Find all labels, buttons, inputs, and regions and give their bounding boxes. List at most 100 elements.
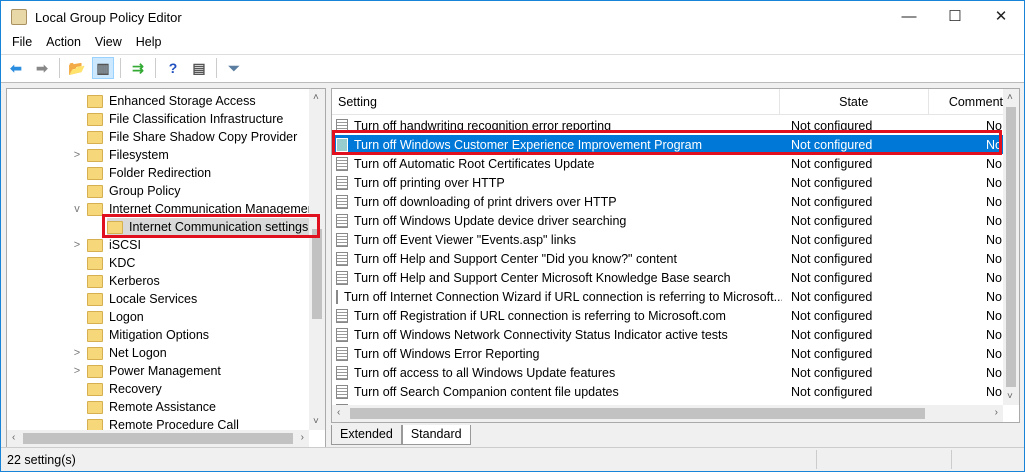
scroll-right-icon[interactable]: › (301, 432, 304, 443)
setting-row[interactable]: Turn off handwriting recognition error r… (332, 116, 1003, 135)
back-icon: ⬅ (10, 59, 22, 76)
scroll-up-icon[interactable]: ˄ (1007, 92, 1013, 103)
filter-icon: ⏷ (228, 59, 240, 76)
tree-horizontal-scrollbar[interactable]: ‹ › (7, 430, 309, 447)
setting-row[interactable]: Turn off downloading of print drivers ov… (332, 192, 1003, 211)
up-folder-button[interactable]: 📂 (66, 57, 88, 79)
tree-node[interactable]: Folder Redirection (87, 164, 211, 182)
tree-node[interactable]: Remote Procedure Call (87, 416, 239, 430)
setting-row[interactable]: Turn off printing over HTTP Not configure… (332, 173, 1003, 192)
tree-node-label: Folder Redirection (109, 166, 212, 180)
forward-button[interactable]: ➡ (31, 57, 53, 79)
setting-row[interactable]: Turn off Windows Update device driver se… (332, 211, 1003, 230)
tree-node[interactable]: Internet Communication settings (107, 218, 309, 236)
tab-extended[interactable]: Extended (331, 425, 402, 445)
minimize-button[interactable]: — (886, 1, 932, 31)
menu-action[interactable]: Action (39, 33, 88, 53)
tree-node-label: iSCSI (109, 238, 141, 252)
folder-icon (87, 184, 103, 198)
state-cell: Not configured (791, 327, 873, 342)
folder-icon (87, 148, 103, 162)
setting-row[interactable]: Turn off Help and Support Center "Did yo… (332, 249, 1003, 268)
setting-row[interactable]: Turn off Registration if URL connection … (332, 306, 1003, 325)
window-title: Local Group Policy Editor (35, 9, 182, 25)
tree-node[interactable]: > Net Logon (74, 344, 167, 362)
setting-name: Turn off Help and Support Center "Did yo… (354, 251, 677, 266)
setting-row[interactable]: Turn off access to all Windows Update fe… (332, 363, 1003, 382)
tree-node[interactable]: v Internet Communication Management (74, 200, 309, 218)
folder-icon (87, 328, 103, 342)
column-setting[interactable]: Setting (332, 89, 780, 115)
column-comment[interactable]: Comment (929, 89, 1003, 115)
menu-file[interactable]: File (5, 33, 39, 53)
setting-row[interactable]: Turn off Internet Connection Wizard if U… (332, 287, 1003, 306)
tree-node[interactable]: Locale Services (87, 290, 197, 308)
tab-standard[interactable]: Standard (401, 425, 471, 445)
chevron-right-icon[interactable]: > (71, 239, 83, 251)
menu-view[interactable]: View (88, 33, 129, 53)
folder-icon (87, 166, 103, 180)
setting-row[interactable]: Turn off Windows Customer Experience Imp… (332, 135, 1003, 154)
state-cell: Not configured (791, 384, 873, 399)
tree-node[interactable]: > iSCSI (74, 236, 141, 254)
scroll-thumb[interactable] (1006, 107, 1016, 387)
tree-vertical-scrollbar[interactable]: ˄ ˅ (309, 89, 325, 430)
scroll-up-icon[interactable]: ˄ (313, 92, 319, 103)
setting-cell: Turn off Automatic Root Certificates Upd… (332, 156, 782, 171)
chevron-right-icon[interactable]: > (71, 365, 83, 377)
column-state[interactable]: State (780, 89, 929, 115)
setting-name: Turn off Registration if URL connection … (354, 308, 726, 323)
show-hide-tree-button[interactable]: ▥ (92, 57, 114, 79)
scroll-right-icon[interactable]: › (995, 407, 998, 418)
tree-node[interactable]: > Filesystem (74, 146, 169, 164)
comment-cell: No (986, 365, 1002, 380)
list-horizontal-scrollbar[interactable]: ‹ › (332, 405, 1003, 422)
scroll-down-icon[interactable]: ˅ (1007, 391, 1013, 402)
tree-node[interactable]: Recovery (87, 380, 162, 398)
setting-row[interactable]: Turn off Event Viewer "Events.asp" links… (332, 230, 1003, 249)
tree-node[interactable]: > Power Management (74, 362, 221, 380)
tree-node[interactable]: Logon (87, 308, 144, 326)
scroll-thumb[interactable] (23, 433, 293, 444)
setting-name: Turn off Search Companion content file u… (354, 384, 619, 399)
maximize-button[interactable]: ☐ (932, 1, 978, 31)
setting-cell: Turn off Windows Network Connectivity St… (332, 327, 782, 342)
scroll-down-icon[interactable]: ˅ (313, 416, 319, 427)
setting-row[interactable]: Turn off Automatic Root Certificates Upd… (332, 154, 1003, 173)
setting-row[interactable]: Turn off Help and Support Center Microso… (332, 268, 1003, 287)
close-button[interactable]: ✕ (978, 1, 1024, 31)
menu-help[interactable]: Help (129, 33, 169, 53)
back-button[interactable]: ⬅ (5, 57, 27, 79)
help-button[interactable]: ? (162, 57, 184, 79)
tree-node[interactable]: Kerberos (87, 272, 160, 290)
policy-setting-icon (336, 137, 348, 152)
folder-icon (87, 292, 103, 306)
setting-row[interactable]: Turn off Search Companion content file u… (332, 382, 1003, 401)
tree-node[interactable]: Mitigation Options (87, 326, 209, 344)
scroll-thumb[interactable] (350, 408, 925, 419)
tree-node[interactable]: Group Policy (87, 182, 181, 200)
tree-node[interactable]: Remote Assistance (87, 398, 216, 416)
main-window: Local Group Policy Editor — ☐ ✕ File Act… (0, 0, 1025, 472)
scroll-left-icon[interactable]: ‹ (337, 407, 340, 418)
scroll-left-icon[interactable]: ‹ (12, 432, 15, 443)
chevron-right-icon[interactable]: > (71, 347, 83, 359)
app-icon (11, 9, 27, 25)
tree-node[interactable]: Enhanced Storage Access (87, 92, 256, 110)
setting-row[interactable]: Turn off Windows Network Connectivity St… (332, 325, 1003, 344)
filter-button[interactable]: ⏷ (223, 57, 245, 79)
show-action-pane-button[interactable]: ▤ (188, 57, 210, 79)
scroll-thumb[interactable] (312, 229, 322, 319)
tree-node[interactable]: File Classification Infrastructure (87, 110, 283, 128)
tree-node[interactable]: KDC (87, 254, 135, 272)
tree-node[interactable]: File Share Shadow Copy Provider (87, 128, 297, 146)
export-list-icon: ⇉ (132, 59, 144, 76)
folder-icon (87, 274, 103, 288)
chevron-right-icon[interactable]: > (71, 149, 83, 161)
setting-row[interactable]: Turn off Windows Error Reporting Not conf… (332, 344, 1003, 363)
chevron-down-icon[interactable]: v (71, 203, 83, 215)
policy-setting-icon (336, 194, 348, 209)
export-list-button[interactable]: ⇉ (127, 57, 149, 79)
list-vertical-scrollbar[interactable]: ˄ ˅ (1003, 89, 1019, 405)
policy-setting-icon (336, 175, 348, 190)
